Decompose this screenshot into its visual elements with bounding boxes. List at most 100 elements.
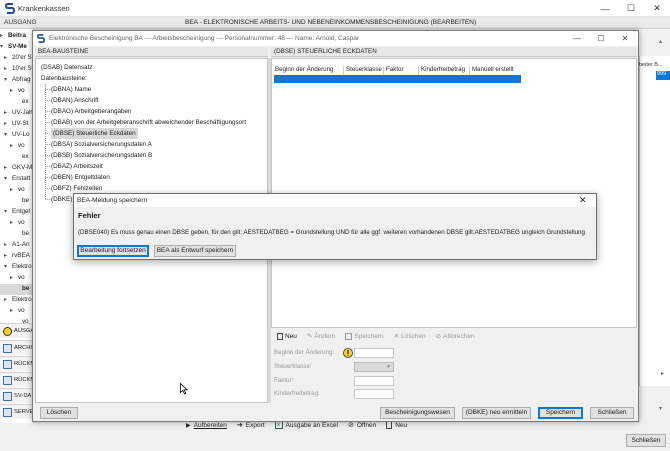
tree-item[interactable]: ▸ 10'er S xyxy=(0,64,33,75)
tree-item[interactable]: ▸ vo xyxy=(0,141,33,152)
tree-item[interactable]: ▾ Entgel xyxy=(0,207,33,218)
chevron-right-icon[interactable]: ▸ xyxy=(10,186,13,193)
side-nav-label: SERVE xyxy=(14,409,34,415)
tree-item[interactable]: ▸ Beitra xyxy=(0,31,33,42)
background-grid-selected-cell[interactable]: 999 xyxy=(656,71,670,80)
side-nav-button[interactable]: RÜCKM xyxy=(0,356,35,371)
chevron-down-icon[interactable]: ▾ xyxy=(4,175,7,182)
bausteine-tree-item[interactable]: (DBAB) von der Arbeitgeberanschrift abwe… xyxy=(51,117,246,128)
faktor-field[interactable] xyxy=(354,376,394,386)
kinderfreibetrag-field[interactable] xyxy=(354,389,394,399)
bausteine-tree-item[interactable]: (DBEN) Entgeltdaten xyxy=(51,172,110,183)
table-row-selected[interactable] xyxy=(274,75,521,83)
tree-item[interactable]: ▾ SV-Me xyxy=(0,42,33,53)
tree-item[interactable]: be xyxy=(0,284,33,295)
tree-item[interactable]: ▸ rvBEA xyxy=(0,251,33,262)
chevron-down-icon[interactable]: ▾ xyxy=(4,76,7,83)
loeschen-editor-button[interactable]: ✕ Löschen xyxy=(394,331,426,341)
bausteine-tree-item[interactable]: (DSAB) Datensatz xyxy=(41,62,92,73)
tree-item-label: Elektro xyxy=(12,263,32,270)
chevron-right-icon[interactable]: ▸ xyxy=(4,65,7,72)
column-header-steuerklasse[interactable]: Steuerklasse xyxy=(346,66,382,75)
chevron-right-icon[interactable]: ▸ xyxy=(10,142,13,149)
bausteine-tree-item[interactable]: (DBAG) Arbeitgeberangaben xyxy=(51,106,132,117)
tree-item[interactable]: ▾ UV-Lo xyxy=(0,130,33,141)
schliessen-button[interactable]: Schließen xyxy=(590,407,634,419)
chevron-right-icon[interactable]: ▸ xyxy=(4,296,7,303)
chevron-right-icon[interactable]: ▸ xyxy=(10,87,13,94)
scroll-right-icon[interactable]: ▸ xyxy=(661,370,664,377)
tree-item[interactable]: ▸ vo xyxy=(0,273,33,284)
bausteine-tree-item[interactable]: (DBSA) Sozialversicherungsdaten A xyxy=(51,139,152,150)
bausteine-tree-item[interactable]: Datenbausteine: xyxy=(41,73,87,84)
tree-item[interactable]: ▸ vo xyxy=(0,185,33,196)
save-draft-button[interactable]: BEA als Entwurf speichern xyxy=(154,245,236,257)
chevron-right-icon[interactable]: ▸ xyxy=(10,219,13,226)
chevron-down-icon[interactable]: ▾ xyxy=(4,208,7,215)
tree-item[interactable]: ex xyxy=(0,152,33,163)
side-nav-button[interactable]: AUSGA xyxy=(0,323,34,338)
beginn-field[interactable] xyxy=(354,348,394,358)
neu-button[interactable]: Neu xyxy=(277,331,297,341)
chevron-right-icon[interactable]: ▸ xyxy=(10,307,13,314)
column-header-manuell[interactable]: Manuell erstellt xyxy=(472,66,514,75)
bescheinigungswesen-button[interactable]: Bescheinigungswesen xyxy=(380,407,455,419)
column-header-faktor[interactable]: Faktor xyxy=(386,66,404,75)
tree-item[interactable]: ▾ Elektro xyxy=(0,262,33,273)
chevron-down-icon[interactable]: ▾ xyxy=(4,131,7,138)
speichern-button[interactable]: Speichern xyxy=(538,407,583,419)
abbrechen-button[interactable]: ⊘ Abbrechen xyxy=(436,331,475,341)
bausteine-tree-item[interactable]: (DBAZ) Arbeitszeit xyxy=(51,161,103,172)
tree-item[interactable]: ▸ UV-Jah xyxy=(0,108,33,119)
column-header-kinderfreibetrag[interactable]: Kinderfreibetrag xyxy=(421,66,465,75)
maximize-button[interactable]: ☐ xyxy=(618,0,644,17)
chevron-down-icon[interactable]: ▾ xyxy=(0,43,3,50)
tree-item[interactable]: be xyxy=(0,196,33,207)
tree-item[interactable]: ▸ UV-St xyxy=(0,119,33,130)
side-nav-button[interactable]: ARCHI xyxy=(0,340,34,355)
side-nav-button[interactable]: SERVE xyxy=(0,404,34,419)
tree-item[interactable]: ▸ vo xyxy=(0,306,33,317)
tree-item[interactable]: ▸ GKV-M xyxy=(0,163,33,174)
bausteine-tree-item[interactable]: (DBNA) Name xyxy=(51,84,91,95)
loeschen-button[interactable]: Löschen xyxy=(40,407,78,419)
side-nav-button[interactable]: SV-DA xyxy=(0,388,34,403)
tree-item[interactable]: ▾ Abfrag xyxy=(0,75,33,86)
tree-item[interactable]: ▸ vo xyxy=(0,86,33,97)
scroll-up-icon[interactable]: ▴ xyxy=(659,38,662,45)
minimize-button[interactable]: — xyxy=(592,0,618,17)
dialog-close-button[interactable]: ✕ xyxy=(613,31,637,46)
dialog-maximize-button[interactable]: ☐ xyxy=(589,31,613,46)
neu-ermitteln-button[interactable]: (DBKE) neu ermitteln xyxy=(462,407,531,419)
bausteine-tree-item[interactable]: (DBSE) Steuerliche Eckdaten xyxy=(51,128,138,139)
chevron-right-icon[interactable]: ▸ xyxy=(4,241,7,248)
tree-item[interactable]: ▸ A1-An xyxy=(0,240,33,251)
dialog-minimize-button[interactable]: — xyxy=(565,31,589,46)
tree-item[interactable]: ▾ Erstatt xyxy=(0,174,33,185)
chevron-down-icon[interactable]: ▾ xyxy=(4,263,7,270)
outer-close-button[interactable]: Schließen xyxy=(626,434,666,447)
chevron-right-icon[interactable]: ▸ xyxy=(4,164,7,171)
tree-item[interactable]: ▸ vo xyxy=(0,218,33,229)
chevron-right-icon[interactable]: ▸ xyxy=(4,109,7,116)
tree-item[interactable]: ex xyxy=(0,97,33,108)
steuerklasse-dropdown[interactable]: ▼ xyxy=(354,362,394,372)
tree-item[interactable]: ▸ 20'er S xyxy=(0,53,33,64)
chevron-right-icon[interactable]: ▸ xyxy=(4,54,7,61)
chevron-right-icon[interactable]: ▸ xyxy=(4,120,7,127)
continue-editing-button[interactable]: Bearbeitung fortsetzen xyxy=(77,245,149,257)
aendern-button[interactable]: ✎ Ändern xyxy=(307,331,335,341)
chevron-right-icon[interactable]: ▸ xyxy=(10,274,13,281)
close-icon[interactable]: ✕ xyxy=(579,195,587,206)
bausteine-tree-item[interactable]: (DBSB) Sozialversicherungsdaten B xyxy=(51,150,152,161)
bausteine-tree-item[interactable]: (DBAN) Anschrift xyxy=(51,95,99,106)
chevron-right-icon[interactable]: ▸ xyxy=(4,252,7,259)
tree-item[interactable]: ▸ Elektro xyxy=(0,295,33,306)
column-header-beginn[interactable]: Beginn der Änderung xyxy=(275,66,333,75)
speichern-editor-button[interactable]: Speichern xyxy=(345,331,384,341)
chevron-right-icon[interactable]: ▸ xyxy=(0,32,3,39)
tree-item[interactable]: be xyxy=(0,229,33,240)
side-nav-button[interactable]: RÜCKM xyxy=(0,372,35,387)
close-window-button[interactable]: ✕ xyxy=(644,0,670,17)
scroll-down-icon[interactable]: ▾ xyxy=(659,405,662,412)
